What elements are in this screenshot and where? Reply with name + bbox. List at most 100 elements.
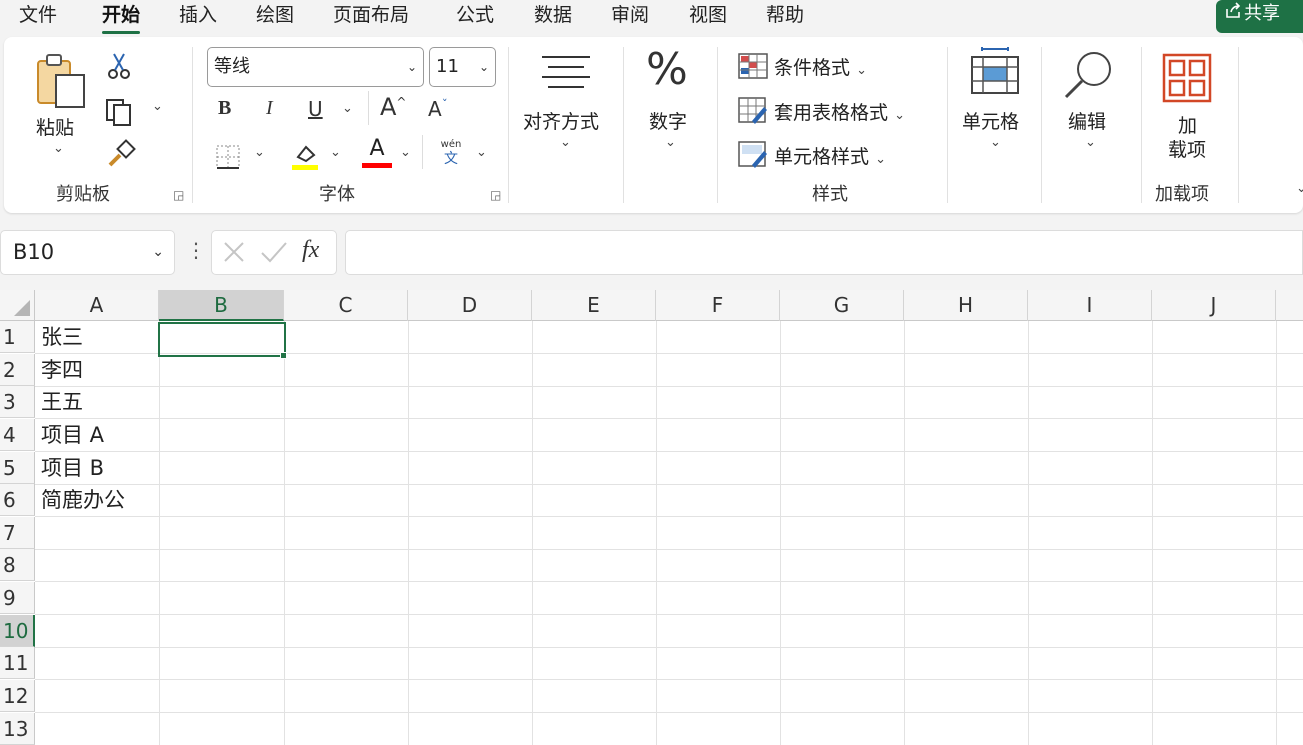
select-all-button[interactable] [0,290,35,321]
separator [508,47,509,203]
name-box[interactable]: B10 ⌄ [0,230,175,275]
cells-label[interactable]: 单元格 [962,107,1019,134]
font-name-select[interactable]: 等线 ⌄ [207,47,424,87]
tab-home[interactable]: 开始 [102,0,141,34]
row-header-3[interactable]: 3 [0,386,35,418]
cell-a1[interactable]: 张三 [41,321,83,353]
tab-help[interactable]: 帮助 [766,0,804,34]
font-size-select[interactable]: 11 ⌄ [429,47,496,87]
column-header-b[interactable]: B [159,290,284,321]
cell-styles-icon[interactable] [738,141,768,169]
row-header-1[interactable]: 1 [0,321,35,353]
column-header-j[interactable]: J [1152,290,1276,321]
row-header-11[interactable]: 11 [0,647,35,679]
cells-chevron-down-icon[interactable]: ⌄ [990,135,1001,150]
underline-button[interactable]: U [308,97,323,121]
column-header-a[interactable]: A [35,290,159,321]
cell-a2[interactable]: 李四 [41,354,83,386]
row-header-8[interactable]: 8 [0,549,35,581]
alignment-icon[interactable] [540,53,592,97]
row-header-7[interactable]: 7 [0,517,35,549]
tab-file[interactable]: 文件 [19,0,57,34]
row-header-10[interactable]: 10 [0,615,35,647]
percent-icon[interactable]: % [646,45,688,95]
column-header-i[interactable]: I [1028,290,1152,321]
column-header-d[interactable]: D [408,290,532,321]
font-color-icon[interactable]: A [362,137,392,171]
format-painter-icon[interactable] [106,139,136,169]
borders-icon[interactable] [214,143,242,171]
editing-chevron-down-icon[interactable]: ⌄ [1085,135,1096,150]
editing-label[interactable]: 编辑 [1068,107,1106,134]
column-header-c[interactable]: C [284,290,408,321]
tab-formulas[interactable]: 公式 [456,0,494,34]
shrink-font-button[interactable]: Aˇ [428,97,448,121]
more-options-icon[interactable]: ⋮ [186,238,206,262]
conditional-formatting-icon[interactable] [738,53,768,79]
formula-input[interactable] [345,230,1303,275]
cells-icon[interactable] [970,47,1020,95]
fill-handle[interactable] [280,352,287,359]
tab-insert[interactable]: 插入 [179,0,217,34]
row-header-12[interactable]: 12 [0,680,35,712]
phonetic-guide-icon[interactable]: wén 文 [437,139,465,167]
cell-a6[interactable]: 简鹿办公 [41,484,125,516]
tab-draw[interactable]: 绘图 [256,0,294,34]
paste-icon[interactable] [34,51,90,111]
fx-button[interactable]: fx [302,237,319,264]
gridline [408,321,409,745]
enter-icon[interactable] [260,239,288,265]
add-ins-icon[interactable] [1162,53,1212,103]
add-ins-label-line1[interactable]: 加 [1178,111,1197,138]
search-icon[interactable] [1062,49,1118,101]
grow-font-button[interactable]: A^ [380,93,406,121]
cell-styles-label[interactable]: 单元格样式 ⌄ [774,142,886,169]
phonetic-chevron-down-icon[interactable]: ⌄ [476,145,487,160]
conditional-formatting-label[interactable]: 条件格式 ⌄ [774,53,867,80]
ribbon-collapse-chevron-icon[interactable]: ⌄ [1296,181,1303,196]
row-header-6[interactable]: 6 [0,484,35,516]
bold-button[interactable]: B [218,97,231,120]
format-as-table-icon[interactable] [738,97,768,125]
cancel-icon[interactable] [222,239,246,265]
add-ins-label-line2[interactable]: 载项 [1168,135,1206,162]
number-label[interactable]: 数字 [649,107,687,134]
tab-page-layout[interactable]: 页面布局 [333,0,409,34]
font-launcher-icon[interactable]: ◲ [490,189,502,201]
active-cell-b10[interactable] [158,322,286,357]
row-header-4[interactable]: 4 [0,419,35,451]
column-header-g[interactable]: G [780,290,904,321]
borders-chevron-down-icon[interactable]: ⌄ [254,145,265,160]
cut-icon[interactable] [106,51,132,81]
alignment-chevron-down-icon[interactable]: ⌄ [560,135,571,150]
row-header-5[interactable]: 5 [0,452,35,484]
tab-review[interactable]: 审阅 [611,0,649,34]
column-header-h[interactable]: H [904,290,1028,321]
tab-view[interactable]: 视图 [689,0,727,34]
format-as-table-label[interactable]: 套用表格格式 ⌄ [774,98,905,125]
font-color-chevron-down-icon[interactable]: ⌄ [400,145,411,160]
fill-color-icon[interactable] [290,139,320,171]
cell-a3[interactable]: 王五 [41,386,83,418]
fill-color-chevron-down-icon[interactable]: ⌄ [330,145,341,160]
underline-chevron-down-icon[interactable]: ⌄ [342,101,353,116]
tab-data[interactable]: 数据 [534,0,572,34]
clipboard-launcher-icon[interactable]: ◲ [173,189,185,201]
cell-a5[interactable]: 项目 B [41,452,104,484]
column-header-e[interactable]: E [532,290,656,321]
alignment-label[interactable]: 对齐方式 [523,107,599,134]
separator [947,47,948,203]
separator [1041,47,1042,203]
italic-button[interactable]: I [266,97,273,120]
row-header-2[interactable]: 2 [0,354,35,386]
paste-chevron-down-icon[interactable]: ⌄ [53,141,64,156]
copy-chevron-down-icon[interactable]: ⌄ [152,99,163,114]
row-header-13[interactable]: 13 [0,713,35,745]
number-chevron-down-icon[interactable]: ⌄ [665,135,676,150]
cell-a4[interactable]: 项目 A [41,419,104,451]
copy-icon[interactable] [104,97,134,127]
column-header-f[interactable]: F [656,290,780,321]
row-header-9[interactable]: 9 [0,582,35,614]
share-button[interactable]: 共享 [1216,0,1303,33]
paste-label[interactable]: 粘贴 [36,113,74,140]
